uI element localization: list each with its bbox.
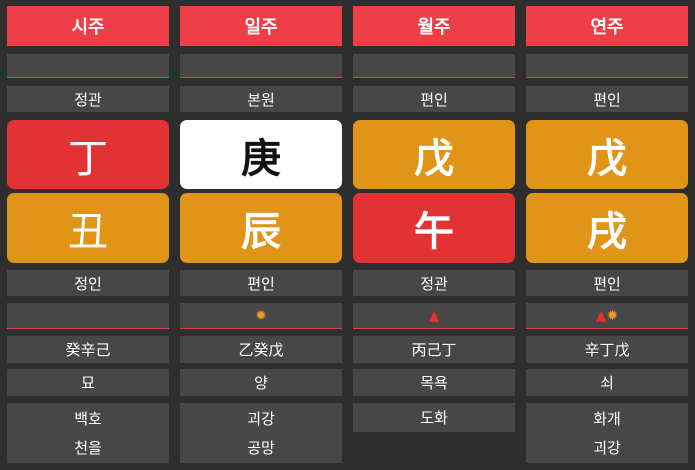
- branch-ten-god: 편인: [526, 270, 688, 296]
- spirit-list: 화개 괴강: [526, 403, 688, 463]
- stem-ten-god: 정관: [7, 86, 169, 112]
- twelve-stage: 묘: [7, 369, 169, 396]
- pillar-header: 시주: [7, 6, 169, 46]
- hidden-stems: 癸辛己: [7, 336, 169, 363]
- spirit-item: 괴강: [593, 439, 621, 457]
- blank-row: [353, 54, 515, 78]
- triangle-icon: ▲: [428, 307, 440, 324]
- spirit-list: 백호 천을: [7, 403, 169, 463]
- heavenly-stem[interactable]: 戊: [526, 120, 688, 189]
- heavenly-stem[interactable]: 戊: [353, 120, 515, 189]
- spirit-list: 괴강 공망: [180, 403, 342, 463]
- marks-row: ✹: [180, 303, 342, 329]
- hidden-stems: 乙癸戊: [180, 336, 342, 363]
- spirit-item: 공망: [247, 439, 275, 457]
- pillar-header: 일주: [180, 6, 342, 46]
- blank-row: [7, 54, 169, 78]
- marks-row: ▲ ✹: [526, 303, 688, 329]
- branch-ten-god: 정인: [7, 270, 169, 296]
- earthly-branch[interactable]: 午: [353, 193, 515, 263]
- earthly-branch[interactable]: 戌: [526, 193, 688, 263]
- spirit-item: 화개: [593, 410, 621, 428]
- sun-icon: ✹: [606, 307, 619, 324]
- spirit-item: 백호: [74, 410, 102, 428]
- marks-row: ▲: [353, 303, 515, 329]
- blank-row: [526, 54, 688, 78]
- spirit-item: 괴강: [247, 410, 275, 428]
- marks-row: [7, 303, 169, 329]
- stem-ten-god: 편인: [353, 86, 515, 112]
- earthly-branch[interactable]: 丑: [7, 193, 169, 263]
- twelve-stage: 쇠: [526, 369, 688, 396]
- triangle-icon: ▲: [595, 307, 607, 324]
- hidden-stems: 丙己丁: [353, 336, 515, 363]
- twelve-stage: 양: [180, 369, 342, 396]
- pillar-header: 월주: [353, 6, 515, 46]
- spirit-item: 도화: [420, 409, 448, 427]
- hidden-stems: 辛丁戊: [526, 336, 688, 363]
- spirit-list: 도화: [353, 403, 515, 432]
- heavenly-stem[interactable]: 丁: [7, 120, 169, 189]
- blank-row: [180, 54, 342, 78]
- stem-ten-god: 편인: [526, 86, 688, 112]
- spirit-item: 천을: [74, 439, 102, 457]
- stem-ten-god: 본원: [180, 86, 342, 112]
- earthly-branch[interactable]: 辰: [180, 193, 342, 263]
- heavenly-stem[interactable]: 庚: [180, 120, 342, 189]
- pillar-header: 연주: [526, 6, 688, 46]
- sun-icon: ✹: [255, 307, 267, 324]
- branch-ten-god: 편인: [180, 270, 342, 296]
- branch-ten-god: 정관: [353, 270, 515, 296]
- twelve-stage: 목욕: [353, 369, 515, 396]
